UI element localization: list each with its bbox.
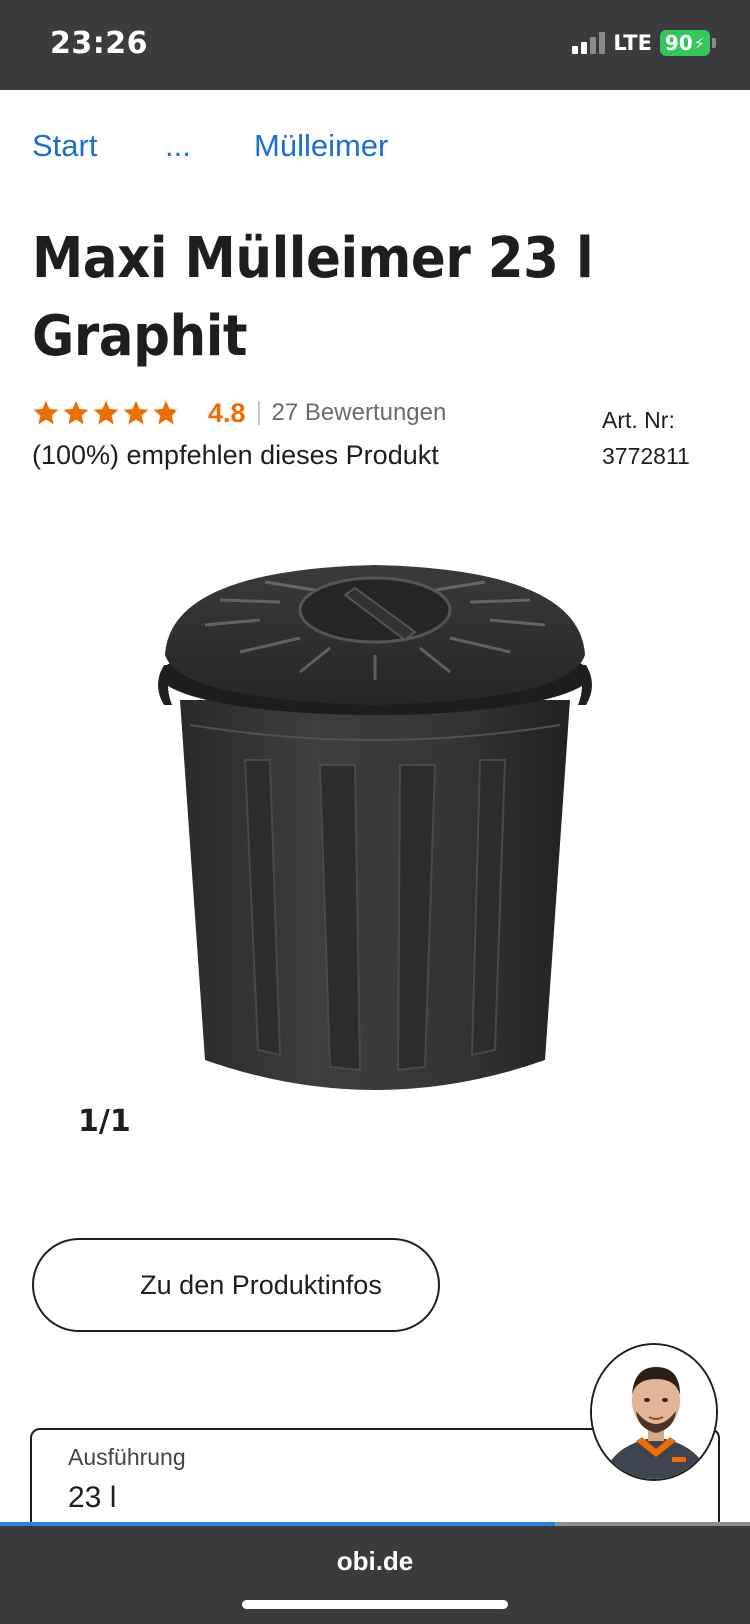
rating-divider: [257, 401, 260, 425]
rating-value: 4.8: [208, 397, 246, 428]
status-time: 23:26: [50, 26, 148, 61]
battery-icon: 90 ⚡: [659, 30, 710, 56]
star-partial-icon: [153, 400, 179, 425]
recommend-text: (100%) empfehlen dieses Produkt: [32, 440, 439, 470]
breadcrumb-start[interactable]: Start: [32, 128, 165, 164]
star-icon: [63, 400, 89, 425]
product-info-button[interactable]: Zu den Produktinfos: [32, 1238, 440, 1332]
variant-label: Ausführung: [68, 1444, 186, 1470]
article-number: Art. Nr: 3772811: [602, 402, 690, 474]
battery-level: 90: [664, 31, 693, 55]
article-number-value: 3772811: [602, 443, 690, 469]
browser-address-bar[interactable]: obi.de: [0, 1526, 750, 1624]
advisor-portrait: [592, 1345, 716, 1479]
status-indicators: LTE 90 ⚡: [572, 30, 716, 56]
product-title: Maxi Mülleimer 23 l Graphit: [32, 226, 594, 369]
rating-stars: [32, 399, 180, 427]
article-number-label: Art. Nr:: [602, 407, 675, 433]
variant-value: 23 l: [68, 1481, 117, 1514]
star-icon: [93, 400, 119, 425]
rating-count[interactable]: 27 Bewertungen: [272, 399, 447, 427]
breadcrumb-current[interactable]: Mülleimer: [254, 128, 388, 164]
rating-row[interactable]: 4.8 27 Bewertungen: [32, 396, 446, 430]
image-counter: 1/1: [78, 1104, 131, 1139]
network-label: LTE: [613, 31, 652, 55]
advisor-avatar[interactable]: [590, 1343, 718, 1481]
home-indicator[interactable]: [242, 1600, 508, 1609]
browser-url[interactable]: obi.de: [0, 1546, 750, 1577]
signal-icon: [572, 32, 606, 54]
product-image[interactable]: [150, 560, 600, 1130]
breadcrumb-ellipsis[interactable]: ...: [165, 128, 254, 164]
battery-cap: [712, 38, 716, 48]
star-icon: [123, 400, 149, 425]
star-icon: [33, 400, 59, 425]
status-bar: 23:26 LTE 90 ⚡: [0, 0, 750, 90]
breadcrumb: Start ... Mülleimer: [32, 128, 388, 164]
